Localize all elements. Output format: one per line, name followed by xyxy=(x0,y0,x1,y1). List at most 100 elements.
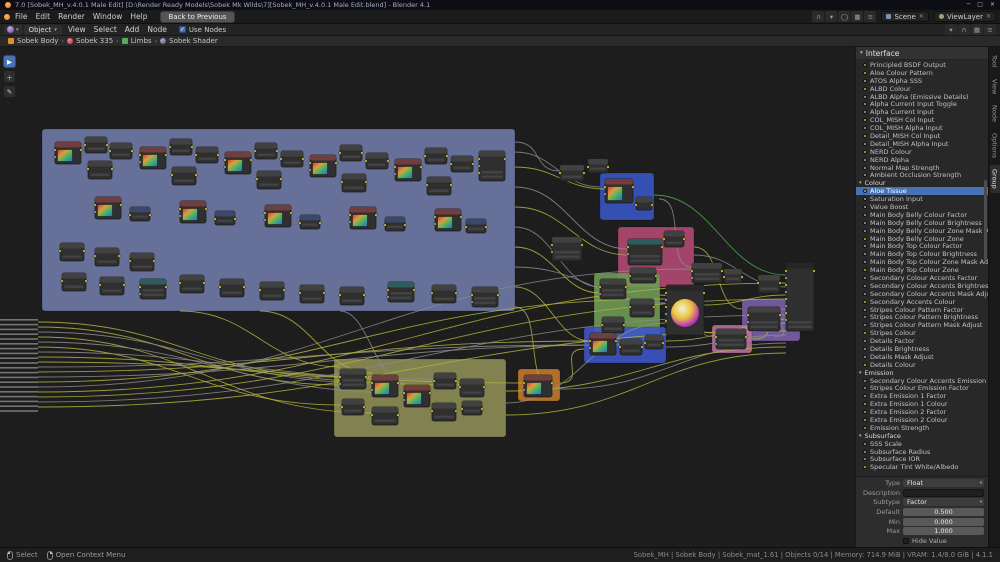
interface-item-normal-map-strength[interactable]: Normal Map Strength xyxy=(856,164,988,171)
interface-item-main-body-belly-colour-zone-mask-adj[interactable]: Main Body Belly Colour Zone Mask Adj... xyxy=(856,227,988,235)
interface-item-extra-emission-2-colour[interactable]: Extra Emission 2 Colour xyxy=(856,416,988,424)
node-slider[interactable] xyxy=(283,161,301,165)
node-slider[interactable] xyxy=(262,294,282,298)
node-slider[interactable] xyxy=(554,255,580,259)
input-socket[interactable] xyxy=(60,279,64,283)
interface-item-albd-colour[interactable]: ALBD Colour xyxy=(856,85,988,93)
node-header[interactable] xyxy=(340,369,366,375)
input-socket[interactable] xyxy=(470,300,474,304)
input-socket[interactable] xyxy=(338,382,342,386)
node-header[interactable] xyxy=(130,253,154,259)
input-socket[interactable] xyxy=(746,313,750,317)
node-header[interactable] xyxy=(130,207,150,213)
input-socket[interactable] xyxy=(370,381,374,385)
output-socket[interactable] xyxy=(454,291,458,295)
interface-item-main-body-belly-colour-zone[interactable]: Main Body Belly Colour Zone xyxy=(856,235,988,242)
output-socket[interactable] xyxy=(482,385,486,389)
node-header[interactable] xyxy=(786,263,814,269)
node-header[interactable] xyxy=(425,148,447,154)
node-header[interactable] xyxy=(590,333,616,339)
node-slider[interactable] xyxy=(102,289,122,293)
node-slider[interactable] xyxy=(259,183,279,187)
node-header[interactable] xyxy=(460,379,484,385)
node-slider[interactable] xyxy=(302,297,322,301)
input-socket[interactable] xyxy=(628,274,632,278)
node-slider[interactable] xyxy=(666,241,682,245)
node-header[interactable] xyxy=(88,161,112,167)
input-socket[interactable] xyxy=(138,292,142,296)
input-socket[interactable] xyxy=(588,339,592,343)
output-socket[interactable] xyxy=(496,293,500,297)
output-socket[interactable] xyxy=(289,211,293,215)
input-socket[interactable] xyxy=(746,320,750,324)
use-nodes-checkbox[interactable]: ✓ Use Nodes xyxy=(178,26,226,34)
node-slider[interactable] xyxy=(453,166,471,170)
breadcrumb-item-sobek-335[interactable]: Sobek 335 xyxy=(67,37,113,45)
input-socket[interactable] xyxy=(170,173,174,177)
breadcrumb-item-sobek-shader[interactable]: Sobek Shader xyxy=(160,37,218,45)
header-menu-select[interactable]: Select xyxy=(90,25,121,34)
node-header[interactable] xyxy=(340,287,364,293)
input-socket[interactable] xyxy=(464,225,468,229)
node-header[interactable] xyxy=(462,401,482,407)
output-socket[interactable] xyxy=(204,207,208,211)
interface-item-stripes-colour[interactable]: Stripes Colour xyxy=(856,329,988,337)
input-socket[interactable] xyxy=(128,213,132,217)
input-socket[interactable] xyxy=(53,148,57,152)
node-slider[interactable] xyxy=(788,325,812,329)
node-slider[interactable] xyxy=(429,189,449,193)
input-socket[interactable] xyxy=(550,250,554,254)
node-header[interactable] xyxy=(427,177,451,183)
node-header[interactable] xyxy=(340,145,362,151)
output-socket[interactable] xyxy=(334,161,338,165)
close-button[interactable]: ✕ xyxy=(990,0,995,10)
input-socket[interactable] xyxy=(138,160,142,164)
input-socket[interactable] xyxy=(298,221,302,225)
input-socket[interactable] xyxy=(93,203,97,207)
input-socket[interactable] xyxy=(348,220,352,224)
input-socket[interactable] xyxy=(93,254,97,258)
node-header[interactable] xyxy=(265,205,291,211)
interface-item-main-body-top-colour-brightness[interactable]: Main Body Top Colour Brightness xyxy=(856,250,988,258)
interface-item-secondary-colour-accents-emission-fa[interactable]: Secondary Colour Accents Emission Fa... xyxy=(856,377,988,385)
node-header[interactable] xyxy=(60,243,84,249)
view-layer-selector[interactable]: ViewLayer ✕ xyxy=(933,11,996,22)
output-socket[interactable] xyxy=(164,285,168,289)
node-slider[interactable] xyxy=(64,285,84,289)
input-socket[interactable] xyxy=(588,346,592,350)
node-header[interactable] xyxy=(366,153,388,159)
node-header[interactable] xyxy=(748,307,780,313)
input-socket[interactable] xyxy=(308,168,312,172)
output-socket[interactable] xyxy=(130,149,134,153)
output-socket[interactable] xyxy=(148,213,152,217)
node-header[interactable] xyxy=(645,335,663,341)
output-socket[interactable] xyxy=(624,285,628,289)
proportional-edit-icon[interactable]: ◯ xyxy=(838,11,851,22)
subtype-dropdown[interactable]: Factor xyxy=(903,498,984,507)
interface-item-alpha-current-input-toggle[interactable]: Alpha Current Input Toggle xyxy=(856,100,988,108)
output-socket[interactable] xyxy=(364,180,368,184)
input-socket[interactable] xyxy=(128,259,132,263)
output-socket[interactable] xyxy=(419,165,423,169)
input-socket[interactable] xyxy=(690,269,694,273)
output-socket[interactable] xyxy=(484,225,488,229)
node-slider[interactable] xyxy=(718,339,744,342)
input-socket[interactable] xyxy=(255,177,259,181)
output-socket[interactable] xyxy=(396,413,400,417)
input-socket[interactable] xyxy=(550,243,554,247)
input-socket[interactable] xyxy=(108,149,112,153)
interface-item-detail-mish-alpha-input[interactable]: Detail_MISH Alpha Input xyxy=(856,140,988,148)
output-socket[interactable] xyxy=(622,323,626,327)
output-socket[interactable] xyxy=(454,379,458,383)
input-socket[interactable] xyxy=(53,155,57,159)
interface-item-principled-bsdf-output[interactable]: Principled BSDF Output xyxy=(856,61,988,69)
input-socket[interactable] xyxy=(714,342,718,346)
output-socket[interactable] xyxy=(660,245,664,249)
output-socket[interactable] xyxy=(190,145,194,149)
node-slider[interactable] xyxy=(622,349,640,353)
blender-logo-icon[interactable] xyxy=(4,13,10,20)
input-socket[interactable] xyxy=(784,311,788,315)
output-socket[interactable] xyxy=(362,405,366,409)
node-header[interactable] xyxy=(724,269,742,275)
snap-magnet-icon[interactable]: ∩ xyxy=(958,24,970,35)
